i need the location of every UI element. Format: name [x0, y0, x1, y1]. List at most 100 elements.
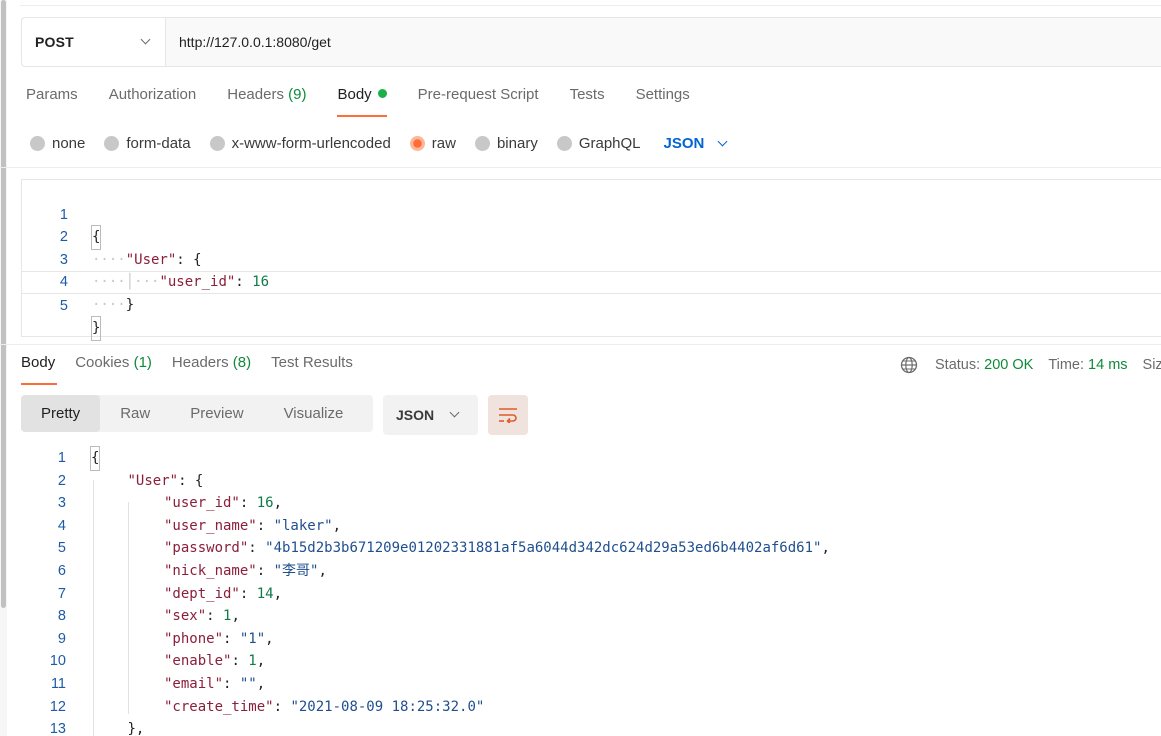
view-pretty[interactable]: Pretty: [21, 395, 101, 432]
view-preview[interactable]: Preview: [170, 395, 263, 432]
line-number: 2: [57, 472, 66, 489]
response-line: 2 "User": {: [0, 470, 1161, 493]
view-visualize[interactable]: Visualize: [264, 395, 364, 432]
chevron-down-icon: [140, 34, 151, 45]
cookies-count: (1): [133, 354, 152, 371]
json-token: :: [231, 653, 249, 670]
line-number: 13: [49, 721, 66, 736]
code-text: "User": {: [128, 470, 204, 493]
format-select[interactable]: JSON: [383, 395, 478, 435]
url-bar: POST http://127.0.0.1:8080/get: [21, 17, 1161, 67]
json-token: :: [206, 608, 224, 625]
response-line: 4 "user_name": "laker",: [0, 515, 1161, 538]
line-number: 12: [49, 698, 66, 715]
globe-icon[interactable]: [900, 356, 918, 374]
code-text: "password": "4b15d2b3b671209e01202331881…: [164, 537, 830, 560]
json-token: :: [239, 495, 257, 512]
json-token: 16: [256, 495, 274, 512]
response-line: 3 "user_id": 16,: [0, 492, 1161, 515]
json-token: 1: [248, 653, 257, 670]
json-token: :: [239, 585, 257, 602]
json-token: "phone": [164, 630, 224, 647]
radio-binary[interactable]: binary: [474, 135, 538, 152]
response-line: 12 "create_time": "2021-08-09 18:25:32.0": [0, 696, 1161, 719]
line-number: 1: [57, 450, 66, 466]
tab-params[interactable]: Params: [26, 86, 78, 116]
response-line: 1{: [0, 446, 1161, 471]
time-value[interactable]: 14 ms: [1088, 357, 1128, 373]
json-token: :: [256, 517, 274, 534]
tab-authorization[interactable]: Authorization: [109, 86, 197, 116]
json-token: :: [256, 563, 274, 579]
line-number: 6: [57, 563, 66, 579]
tab-body[interactable]: Body: [337, 86, 387, 117]
radio-graphql[interactable]: GraphQL: [556, 135, 641, 152]
code-text: {: [89, 446, 101, 471]
tab-tests[interactable]: Tests: [570, 86, 605, 116]
code-text: "sex": 1,: [164, 605, 240, 628]
json-token: :: [223, 630, 240, 647]
response-headers-count: (8): [232, 354, 252, 371]
line-number: 7: [57, 585, 66, 602]
radio-selected-icon: [409, 135, 425, 151]
tab-headers[interactable]: Headers (9): [227, 86, 306, 116]
json-token: "dept_id": [164, 585, 240, 602]
bracket-close: }: [90, 316, 102, 341]
response-tabs: Body Cookies (1) Headers (8) Test Result…: [21, 354, 373, 385]
radio-circle-icon: [474, 135, 490, 151]
code-text: "enable": 1,: [164, 650, 265, 673]
size-label[interactable]: Size: [1143, 357, 1161, 373]
response-body-viewer[interactable]: 1{2 "User": {3 "user_id": 16, 4 "user_name":…: [0, 446, 1161, 736]
line-number: 5: [57, 540, 66, 557]
json-token: :: [248, 540, 266, 557]
json-token: "user_id": [164, 495, 240, 512]
line-number: 10: [49, 653, 66, 670]
body-language-select[interactable]: JSON: [664, 135, 731, 152]
radio-raw[interactable]: raw: [409, 135, 456, 152]
code-text: "phone": "1",: [164, 628, 274, 651]
line-number: 3: [57, 495, 66, 512]
json-token: "User": [127, 472, 179, 489]
tab-response-headers[interactable]: Headers (8): [172, 354, 251, 384]
json-token: ,: [821, 540, 830, 557]
body-type-options: none form-data x-www-form-urlencoded raw…: [30, 131, 730, 155]
response-line: 7 "dept_id": 14,: [0, 583, 1161, 606]
headers-count: (9): [288, 86, 307, 103]
method-select[interactable]: POST: [22, 18, 166, 66]
radio-form-data[interactable]: form-data: [104, 135, 191, 152]
status-dot-icon: [377, 89, 387, 98]
tab-pre-request-script[interactable]: Pre-request Script: [418, 86, 539, 116]
json-token: ,: [273, 495, 283, 512]
editor-line: 1 {: [22, 181, 1161, 250]
divider: [20, 5, 1161, 6]
wrap-lines-button[interactable]: [488, 395, 528, 435]
code-text: },: [128, 718, 145, 736]
request-body-editor[interactable]: 1 { 2 ····"User": { 3 ····│···"user_id":…: [21, 179, 1161, 341]
tab-response-body[interactable]: Body: [21, 354, 58, 385]
json-token: "": [239, 676, 257, 692]
wrap-lines-icon: [499, 408, 517, 423]
status-value[interactable]: 200 OK: [984, 357, 1033, 373]
radio-none[interactable]: none: [30, 135, 85, 152]
tab-cookies[interactable]: Cookies (1): [75, 354, 152, 384]
response-line: 10 "enable": 1,: [0, 650, 1161, 673]
radio-x-www-form-urlencoded[interactable]: x-www-form-urlencoded: [209, 135, 391, 152]
line-number: 8: [57, 608, 66, 625]
json-token: "create_time": [164, 698, 274, 715]
code-text: "nick_name": "李哥",: [164, 560, 327, 583]
response-line: 6 "nick_name": "李哥",: [0, 560, 1161, 583]
editor-line-current: 5 }: [22, 271, 1161, 341]
line-number: 11: [50, 676, 66, 692]
tab-test-results[interactable]: Test Results: [271, 354, 353, 384]
radio-circle-icon: [30, 135, 45, 151]
tab-settings[interactable]: Settings: [636, 86, 690, 116]
json-token: ,: [273, 585, 283, 602]
view-raw[interactable]: Raw: [100, 395, 170, 432]
url-input[interactable]: http://127.0.0.1:8080/get: [166, 18, 1161, 66]
json-token: "4b15d2b3b671209e01202331881af5a6044d342…: [265, 540, 822, 557]
radio-circle-icon: [209, 135, 225, 151]
code-text: "email": "",: [164, 673, 265, 696]
line-number: 9: [57, 630, 66, 647]
divider: [0, 167, 1161, 168]
json-token: "password": [164, 540, 249, 557]
